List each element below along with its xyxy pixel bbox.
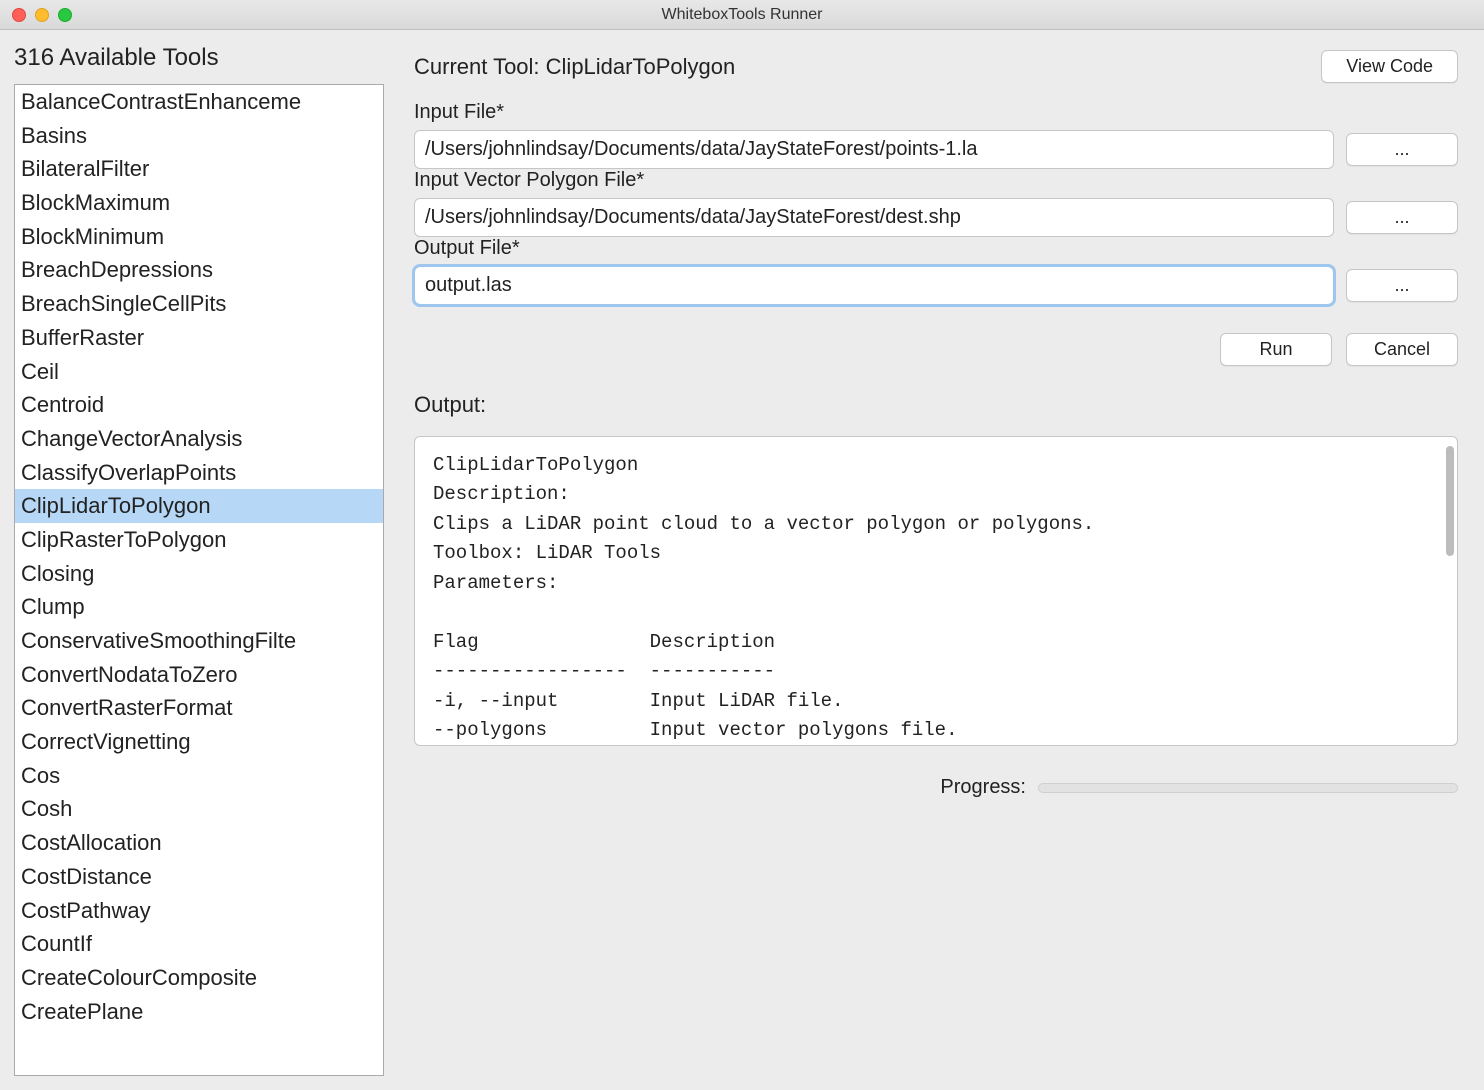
progress-bar [1038, 783, 1458, 793]
tool-item[interactable]: BufferRaster [15, 321, 383, 355]
tool-item[interactable]: CostDistance [15, 860, 383, 894]
close-icon[interactable] [12, 8, 26, 22]
tool-item[interactable]: BlockMinimum [15, 220, 383, 254]
tool-item[interactable]: Closing [15, 557, 383, 591]
tool-item[interactable]: Cos [15, 759, 383, 793]
tool-item[interactable]: Ceil [15, 355, 383, 389]
param-row: ... [414, 198, 1458, 237]
param-label: Input Vector Polygon File* [414, 169, 1458, 192]
progress-row: Progress: [414, 776, 1458, 799]
tool-list-container: BalanceContrastEnhancemeBasinsBilateralF… [14, 84, 384, 1076]
param-input[interactable] [414, 198, 1334, 237]
param-input[interactable] [414, 130, 1334, 169]
action-row: Run Cancel [414, 333, 1458, 366]
browse-button[interactable]: ... [1346, 133, 1458, 166]
param-label: Input File* [414, 101, 1458, 124]
tool-item[interactable]: ConvertNodataToZero [15, 658, 383, 692]
param-input[interactable] [414, 266, 1334, 305]
tool-item[interactable]: CountIf [15, 927, 383, 961]
sidebar-title: 316 Available Tools [14, 44, 384, 84]
tool-item[interactable]: Cosh [15, 792, 383, 826]
tool-item[interactable]: BilateralFilter [15, 152, 383, 186]
browse-button[interactable]: ... [1346, 269, 1458, 302]
current-tool-label: Current Tool: ClipLidarToPolygon [414, 54, 735, 80]
param-label: Output File* [414, 237, 1458, 260]
tool-item[interactable]: ClipRasterToPolygon [15, 523, 383, 557]
param-group: Output File*... [414, 237, 1458, 305]
param-row: ... [414, 266, 1458, 305]
header-row: Current Tool: ClipLidarToPolygon View Co… [414, 50, 1458, 83]
main-panel: Current Tool: ClipLidarToPolygon View Co… [414, 44, 1470, 1076]
browse-button[interactable]: ... [1346, 201, 1458, 234]
window-title: WhiteboxTools Runner [662, 6, 823, 24]
output-label: Output: [414, 392, 1458, 418]
tool-item[interactable]: CostAllocation [15, 826, 383, 860]
tool-item[interactable]: Centroid [15, 388, 383, 422]
minimize-icon[interactable] [35, 8, 49, 22]
current-tool-name: ClipLidarToPolygon [546, 54, 736, 79]
param-row: ... [414, 130, 1458, 169]
view-code-button[interactable]: View Code [1321, 50, 1458, 83]
tool-item[interactable]: CreatePlane [15, 995, 383, 1029]
app-window: WhiteboxTools Runner 316 Available Tools… [0, 0, 1484, 1090]
tool-item[interactable]: ConvertRasterFormat [15, 691, 383, 725]
tool-item[interactable]: ConservativeSmoothingFilte [15, 624, 383, 658]
param-group: Input File*... [414, 101, 1458, 169]
titlebar: WhiteboxTools Runner [0, 0, 1484, 30]
window-controls [0, 8, 72, 22]
output-scrollbar[interactable] [1446, 446, 1454, 556]
tool-item[interactable]: BalanceContrastEnhanceme [15, 85, 383, 119]
run-button[interactable]: Run [1220, 333, 1332, 366]
window-body: 316 Available Tools BalanceContrastEnhan… [0, 30, 1484, 1090]
tool-item[interactable]: BreachDepressions [15, 253, 383, 287]
output-box-wrap: ClipLidarToPolygon Description: Clips a … [414, 436, 1458, 746]
tool-item[interactable]: Clump [15, 590, 383, 624]
tool-item[interactable]: Basins [15, 119, 383, 153]
sidebar: 316 Available Tools BalanceContrastEnhan… [14, 44, 384, 1076]
tool-item[interactable]: BlockMaximum [15, 186, 383, 220]
tool-item[interactable]: ClassifyOverlapPoints [15, 456, 383, 490]
tool-item[interactable]: CorrectVignetting [15, 725, 383, 759]
param-group: Input Vector Polygon File*... [414, 169, 1458, 237]
current-tool-prefix: Current Tool: [414, 54, 546, 79]
tool-item[interactable]: CreateColourComposite [15, 961, 383, 995]
cancel-button[interactable]: Cancel [1346, 333, 1458, 366]
tool-item[interactable]: CostPathway [15, 894, 383, 928]
params-section: Input File*...Input Vector Polygon File*… [414, 101, 1458, 305]
output-textarea[interactable]: ClipLidarToPolygon Description: Clips a … [414, 436, 1458, 746]
maximize-icon[interactable] [58, 8, 72, 22]
tool-list[interactable]: BalanceContrastEnhancemeBasinsBilateralF… [15, 85, 383, 1075]
tool-item[interactable]: BreachSingleCellPits [15, 287, 383, 321]
progress-label: Progress: [940, 776, 1026, 799]
tool-item[interactable]: ClipLidarToPolygon [15, 489, 383, 523]
tool-item[interactable]: ChangeVectorAnalysis [15, 422, 383, 456]
